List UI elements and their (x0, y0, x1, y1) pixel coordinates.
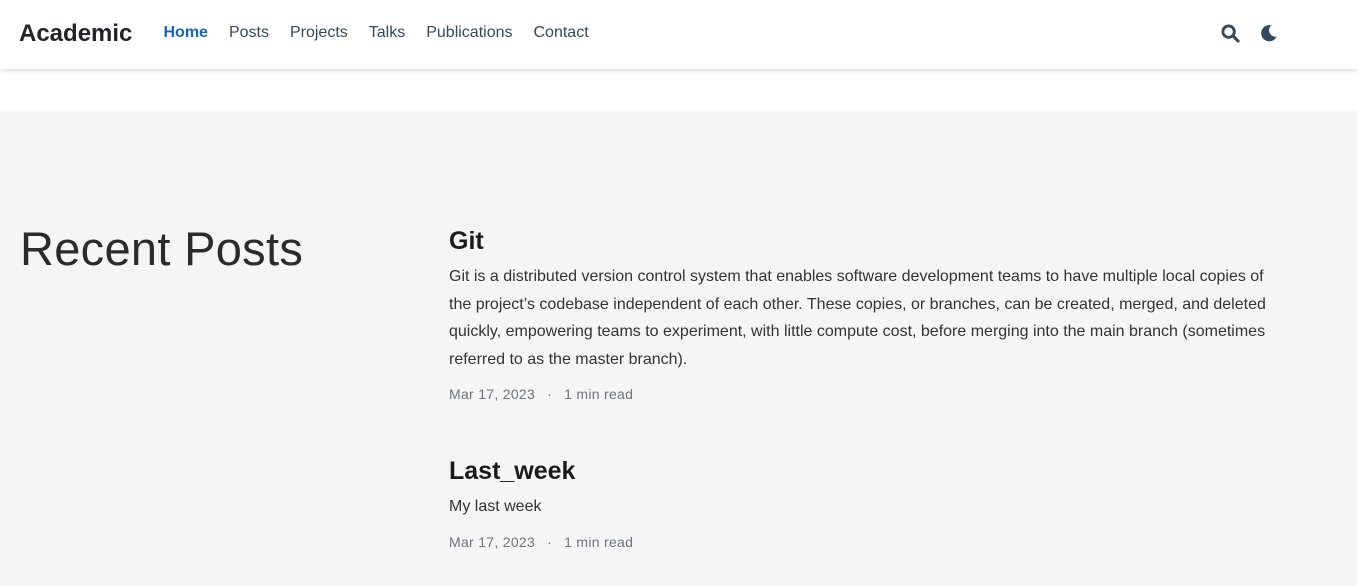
nav-link-talks[interactable]: Talks (358, 21, 415, 45)
nav-link-publications[interactable]: Publications (416, 21, 523, 45)
post-read-time: 1 min read (564, 386, 634, 402)
post-summary: Git is a distributed version control sys… (449, 268, 1266, 368)
post-meta: Mar 17, 2023 · 1 min read (449, 534, 1279, 550)
search-icon (1220, 23, 1240, 43)
dark-mode-toggle[interactable] (1259, 22, 1279, 44)
meta-separator: · (547, 386, 553, 402)
post-read-time: 1 min read (564, 533, 634, 550)
post-title-link[interactable]: Last_week (449, 455, 575, 487)
nav-icons (1220, 22, 1279, 44)
meta-separator: · (547, 533, 553, 550)
post-item: Last_week My last week Mar 17, 2023 · 1 … (449, 455, 1279, 550)
nav-link-contact[interactable]: Contact (523, 21, 599, 45)
search-button[interactable] (1220, 22, 1240, 44)
section-title: Recent Posts (20, 222, 304, 275)
post-title-link[interactable]: Git (449, 225, 484, 257)
navbar: Academic Home Posts Projects Talks Publi… (0, 0, 1357, 69)
post-summary: My last week (449, 498, 542, 515)
nav-link-projects[interactable]: Projects (279, 21, 358, 45)
nav-link-home[interactable]: Home (153, 21, 218, 45)
nav-links: Home Posts Projects Talks Publications C… (153, 21, 599, 45)
post-date: Mar 17, 2023 (449, 533, 536, 550)
moon-icon (1261, 25, 1277, 42)
post-item: Git Git is a distributed version control… (449, 225, 1279, 402)
nav-link-posts[interactable]: Posts (218, 21, 279, 45)
post-list: Git Git is a distributed version control… (449, 225, 1279, 550)
recent-posts-section: Recent Posts Git Git is a distributed ve… (0, 111, 1357, 586)
post-meta: Mar 17, 2023 · 1 min read (449, 386, 1279, 402)
site-brand-link[interactable]: Academic (19, 19, 132, 49)
post-date: Mar 17, 2023 (449, 386, 536, 402)
